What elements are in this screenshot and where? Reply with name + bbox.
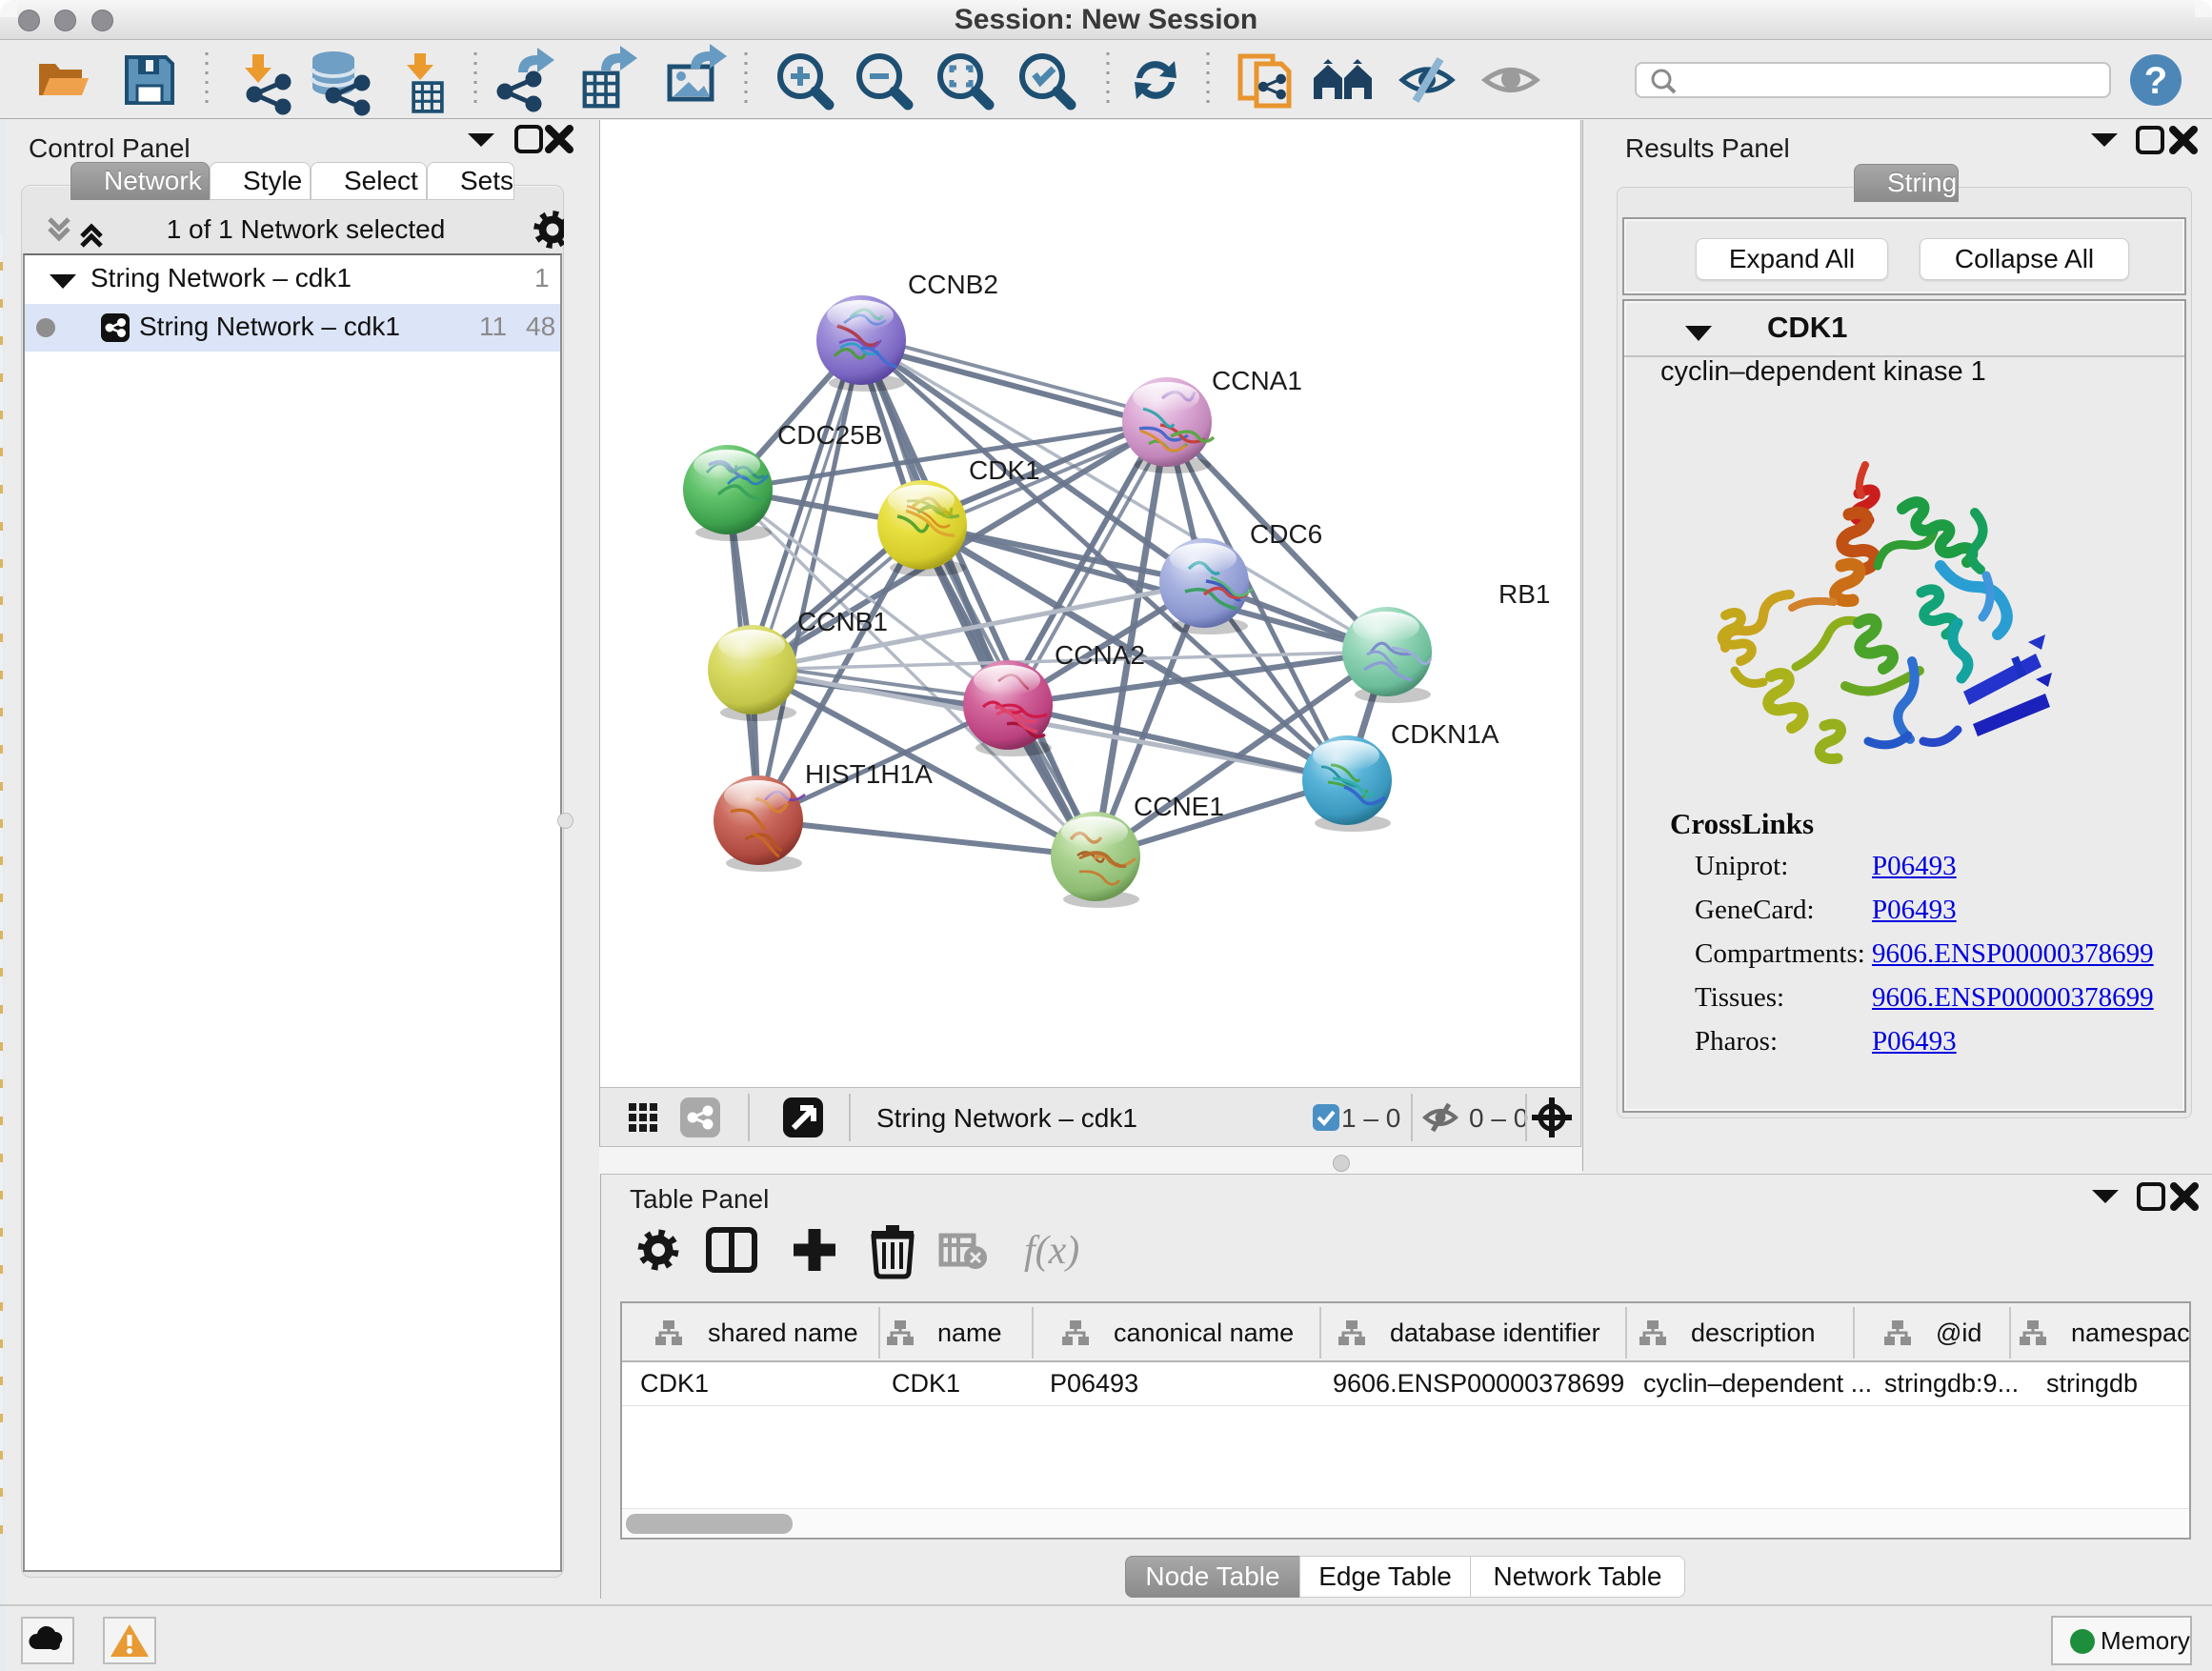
svg-text:CDKN1A: CDKN1A xyxy=(1391,719,1499,749)
svg-text:CDC6: CDC6 xyxy=(1250,519,1322,549)
svg-text:namespace: namespace xyxy=(2071,1319,2189,1347)
svg-text:CCNE1: CCNE1 xyxy=(1134,792,1224,821)
svg-text:f(x): f(x) xyxy=(1024,1229,1079,1273)
svg-text:description: description xyxy=(1691,1319,1816,1347)
svg-text:CCNA2: CCNA2 xyxy=(1055,640,1145,670)
svg-text:RB1: RB1 xyxy=(1498,579,1550,609)
svg-text:String Network – cdk1: String Network – cdk1 xyxy=(876,1103,1137,1133)
svg-text:database identifier: database identifier xyxy=(1390,1319,1600,1347)
svg-text:?: ? xyxy=(2144,60,2167,102)
svg-text:shared name: shared name xyxy=(708,1319,858,1347)
svg-text:name: name xyxy=(937,1319,1002,1347)
svg-text:canonical name: canonical name xyxy=(1114,1319,1294,1347)
svg-text:1 – 0: 1 – 0 xyxy=(1341,1103,1400,1133)
svg-text:@id: @id xyxy=(1936,1319,1981,1347)
svg-text:CCNA1: CCNA1 xyxy=(1212,366,1302,395)
svg-text:CDC25B: CDC25B xyxy=(777,420,882,450)
svg-text:CCNB2: CCNB2 xyxy=(908,270,998,299)
svg-text:CCNB1: CCNB1 xyxy=(797,607,888,636)
svg-text:CDK1: CDK1 xyxy=(969,455,1040,485)
svg-text:0 – 0: 0 – 0 xyxy=(1469,1103,1528,1133)
svg-text:HIST1H1A: HIST1H1A xyxy=(805,759,933,789)
